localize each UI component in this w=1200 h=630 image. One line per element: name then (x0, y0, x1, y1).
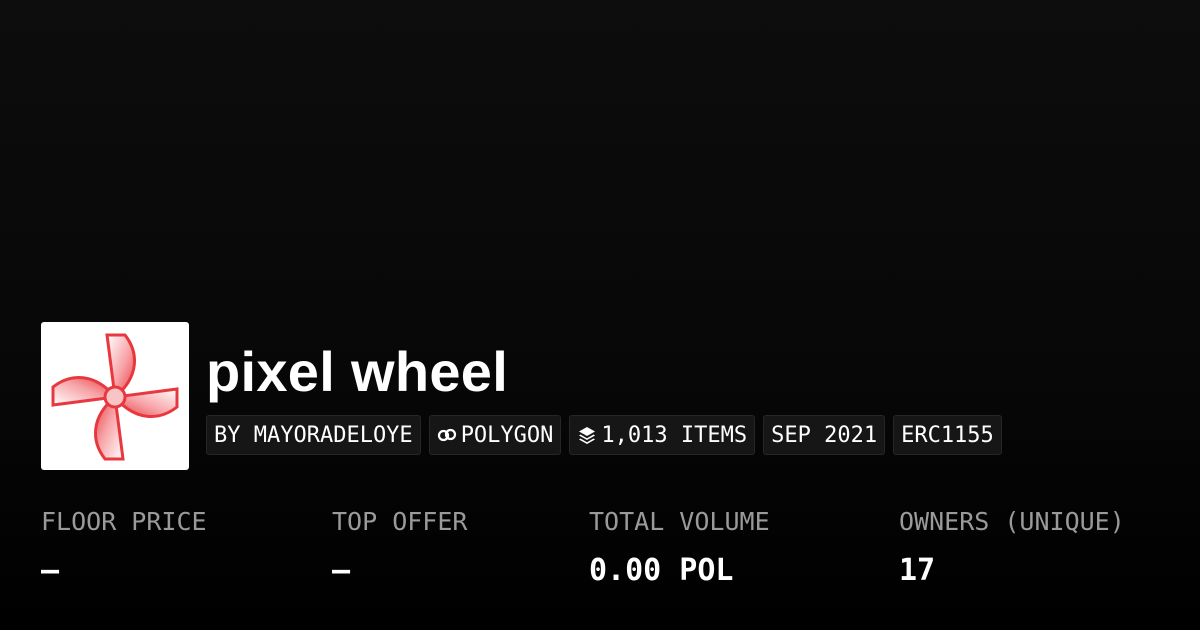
stat-total-volume: TOTAL VOLUME 0.00 POL (589, 505, 770, 589)
chain-badge[interactable]: POLYGON (428, 415, 562, 455)
items-badge-label: 1,013 ITEMS (601, 422, 748, 448)
creator-badge[interactable]: BY MAYORADELOYE (206, 415, 421, 455)
collection-title: pixel wheel (206, 340, 509, 403)
token-standard-badge: ERC1155 (893, 415, 1002, 455)
created-date-label: SEP 2021 (771, 422, 878, 448)
stat-value: – (332, 553, 351, 588)
stat-label: OWNERS (UNIQUE) (899, 507, 1125, 536)
token-standard-label: ERC1155 (901, 422, 994, 448)
collection-badges: BY MAYORADELOYE POLYGON 1,013 ITEMS SEP … (206, 415, 1002, 455)
stat-value: 0.00 POL (589, 553, 734, 588)
chain-badge-label: POLYGON (460, 422, 554, 448)
stat-label: TOTAL VOLUME (589, 507, 770, 536)
pinwheel-logo-icon (51, 333, 179, 461)
layers-icon (577, 425, 597, 445)
stat-owners: OWNERS (UNIQUE) 17 (899, 505, 1125, 589)
stat-label: TOP OFFER (332, 507, 468, 536)
stat-value: 17 (899, 553, 936, 588)
collection-logo (41, 322, 189, 470)
stat-label: FLOOR PRICE (41, 507, 207, 536)
chain-link-icon (437, 425, 457, 445)
creator-badge-label: BY MAYORADELOYE (214, 422, 413, 448)
created-date-badge: SEP 2021 (763, 415, 886, 455)
stat-floor-price: FLOOR PRICE – (41, 505, 207, 589)
stat-value: – (41, 553, 60, 588)
stat-top-offer: TOP OFFER – (332, 505, 467, 589)
items-badge[interactable]: 1,013 ITEMS (569, 415, 756, 455)
